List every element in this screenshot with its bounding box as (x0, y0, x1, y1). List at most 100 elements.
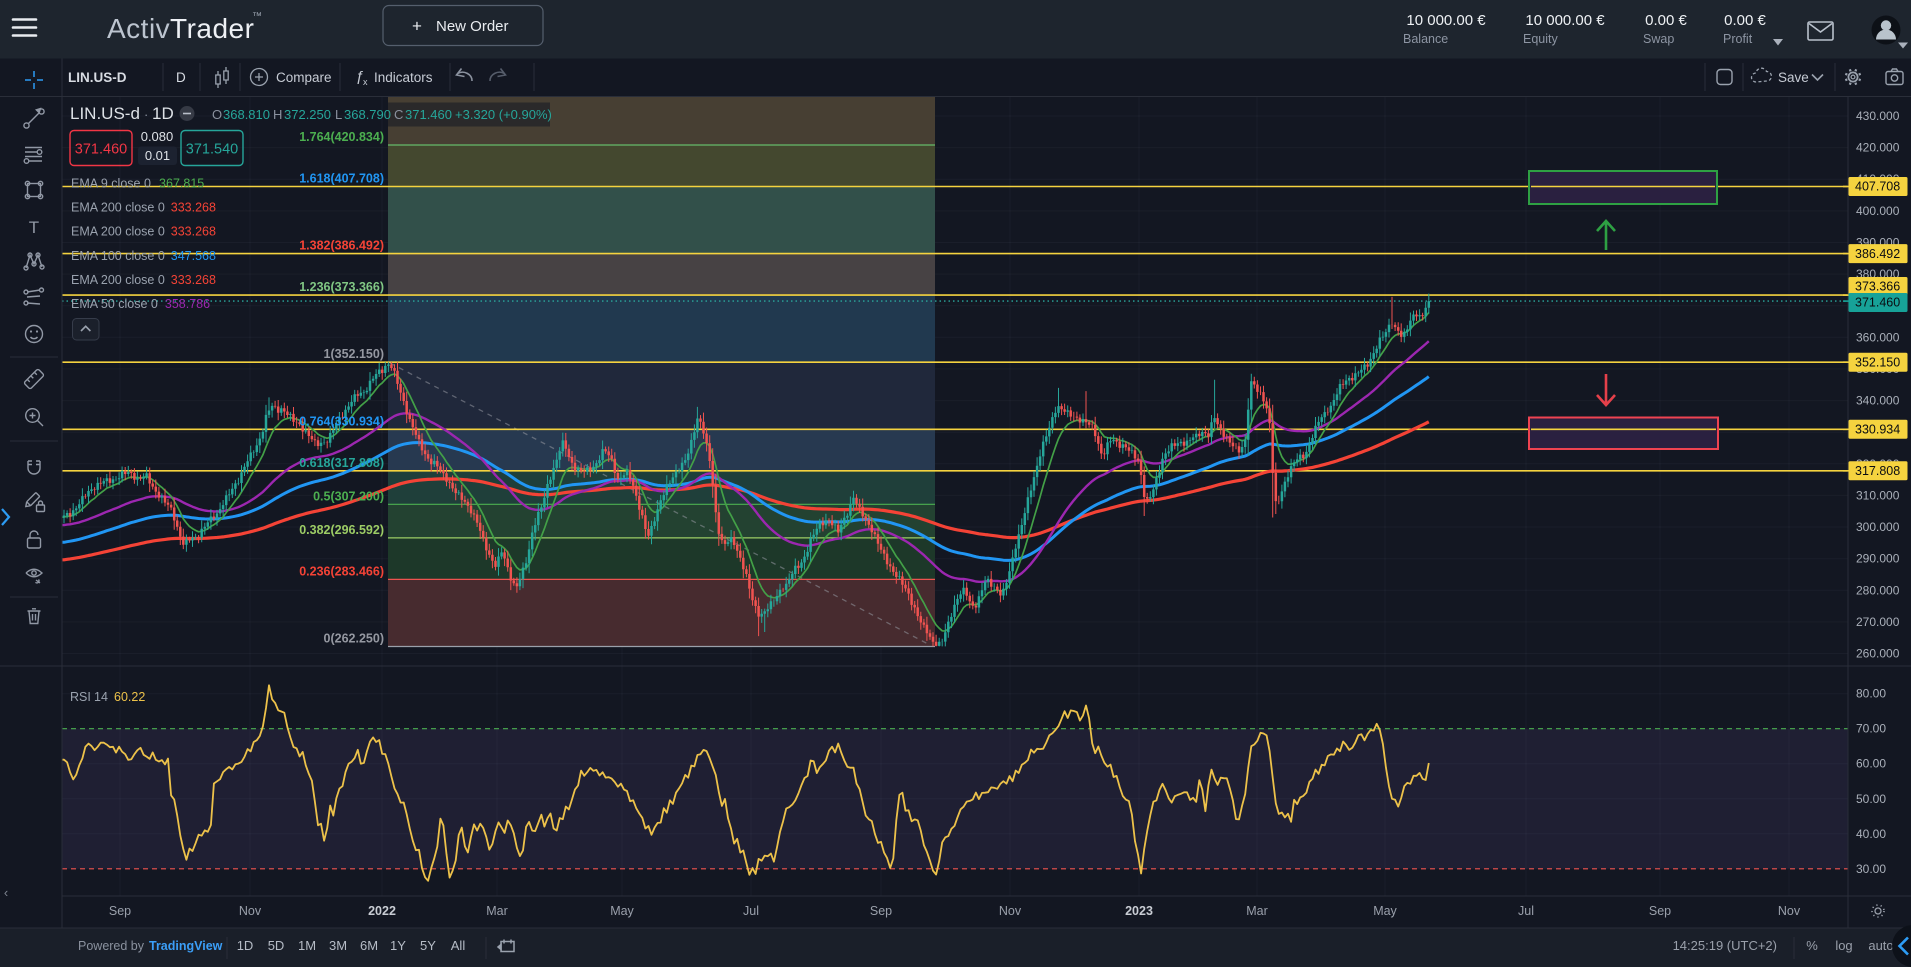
svg-text:371.460: 371.460 (1855, 296, 1900, 310)
svg-text:50.00: 50.00 (1856, 792, 1886, 806)
svg-text:6M: 6M (360, 938, 378, 953)
svg-text:80.00: 80.00 (1856, 687, 1886, 701)
svg-text:0.382(296.592): 0.382(296.592) (299, 523, 384, 537)
svg-text:317.808: 317.808 (1855, 464, 1900, 478)
svg-text:400.000: 400.000 (1856, 204, 1900, 218)
svg-text:log: log (1835, 938, 1852, 953)
svg-text:10 000.00 €: 10 000.00 € (1525, 12, 1605, 29)
svg-text:0.764(330.934): 0.764(330.934) (299, 414, 384, 428)
svg-text:1.764(420.834): 1.764(420.834) (299, 130, 384, 144)
svg-text:Trader: Trader (170, 13, 254, 44)
svg-text:420.000: 420.000 (1856, 141, 1900, 155)
svg-text:Compare: Compare (276, 70, 332, 85)
svg-text:60.00: 60.00 (1856, 757, 1886, 771)
svg-text:368.810: 368.810 (223, 107, 270, 122)
svg-text:auto: auto (1868, 938, 1893, 953)
svg-text:1.618(407.708): 1.618(407.708) (299, 172, 384, 186)
svg-text:2022: 2022 (368, 904, 396, 918)
svg-text:Activ: Activ (107, 13, 170, 44)
svg-text:430.000: 430.000 (1856, 109, 1900, 123)
svg-text:360.000: 360.000 (1856, 330, 1900, 344)
svg-text:14:25:19 (UTC+2): 14:25:19 (UTC+2) (1673, 938, 1777, 953)
svg-text:Profit: Profit (1723, 32, 1753, 46)
svg-text:347.568: 347.568 (171, 249, 216, 263)
svg-text:Save: Save (1778, 70, 1809, 85)
svg-text:330.934: 330.934 (1855, 423, 1900, 437)
svg-text:10 000.00 €: 10 000.00 € (1406, 12, 1486, 29)
svg-text:EMA 200 close 0: EMA 200 close 0 (71, 225, 165, 239)
svg-text:Sep: Sep (870, 904, 892, 918)
svg-text:Sep: Sep (109, 904, 131, 918)
svg-text:372.250: 372.250 (284, 107, 331, 122)
svg-text:0.618(317.808): 0.618(317.808) (299, 456, 384, 470)
svg-text:371.540: 371.540 (186, 142, 238, 158)
svg-text:‹: ‹ (4, 885, 8, 900)
svg-text:·: · (144, 107, 148, 122)
svg-text:Sep: Sep (1649, 904, 1671, 918)
svg-text:1Y: 1Y (390, 938, 406, 953)
svg-text:Equity: Equity (1523, 32, 1558, 46)
svg-text:368.790: 368.790 (344, 107, 391, 122)
svg-text:300.000: 300.000 (1856, 520, 1900, 534)
svg-text:Jul: Jul (1518, 904, 1534, 918)
svg-text:333.268: 333.268 (171, 273, 216, 287)
svg-text:D: D (176, 70, 186, 85)
svg-text:407.708: 407.708 (1855, 180, 1900, 194)
svg-text:70.00: 70.00 (1856, 722, 1886, 736)
svg-text:RSI: RSI (70, 690, 91, 704)
svg-text:Nov: Nov (239, 904, 262, 918)
svg-text:H: H (273, 107, 282, 122)
svg-text:0.080: 0.080 (141, 129, 174, 144)
svg-text:+: + (412, 17, 422, 36)
svg-text:May: May (610, 904, 634, 918)
svg-text:1D: 1D (237, 938, 254, 953)
svg-text:EMA 200 close 0: EMA 200 close 0 (71, 273, 165, 287)
svg-text:Swap: Swap (1643, 32, 1674, 46)
svg-text:Jul: Jul (743, 904, 759, 918)
svg-text:May: May (1373, 904, 1397, 918)
svg-text:0.5(307.200): 0.5(307.200) (313, 489, 384, 503)
svg-text:371.460: 371.460 (75, 142, 127, 158)
svg-text:373.366: 373.366 (1855, 280, 1900, 294)
svg-text:1(352.150): 1(352.150) (324, 347, 384, 361)
svg-text:0.236(283.466): 0.236(283.466) (299, 564, 384, 578)
svg-text:3M: 3M (329, 938, 347, 953)
svg-text:C: C (394, 107, 403, 122)
svg-text:LIN.US-d: LIN.US-d (70, 104, 140, 123)
svg-text:1M: 1M (298, 938, 316, 953)
svg-text:1.236(373.366): 1.236(373.366) (299, 280, 384, 294)
svg-text:Mar: Mar (1246, 904, 1268, 918)
svg-text:Indicators: Indicators (374, 70, 433, 85)
svg-text:EMA 50 close 0: EMA 50 close 0 (71, 297, 158, 311)
svg-text:Balance: Balance (1403, 32, 1448, 46)
svg-text:+3.320 (+0.90%): +3.320 (+0.90%) (455, 107, 552, 122)
svg-text:333.268: 333.268 (171, 201, 216, 215)
svg-text:T: T (29, 218, 39, 237)
svg-text:™: ™ (252, 11, 262, 22)
svg-text:0(262.250): 0(262.250) (324, 632, 384, 646)
svg-text:5D: 5D (268, 938, 285, 953)
svg-text:L: L (335, 107, 342, 122)
svg-text:New Order: New Order (436, 18, 509, 35)
svg-text:%: % (1806, 938, 1818, 953)
svg-text:All: All (451, 938, 466, 953)
svg-text:1.382(386.492): 1.382(386.492) (299, 239, 384, 253)
svg-text:EMA 100 close 0: EMA 100 close 0 (71, 249, 165, 263)
svg-text:290.000: 290.000 (1856, 552, 1900, 566)
svg-text:0.01: 0.01 (145, 148, 170, 163)
svg-text:Nov: Nov (999, 904, 1022, 918)
svg-text:EMA 9 close 0: EMA 9 close 0 (71, 177, 151, 191)
svg-text:Mar: Mar (486, 904, 508, 918)
svg-text:40.00: 40.00 (1856, 827, 1886, 841)
svg-text:310.000: 310.000 (1856, 488, 1900, 502)
svg-text:280.000: 280.000 (1856, 583, 1900, 597)
svg-text:30.00: 30.00 (1856, 862, 1886, 876)
svg-text:367.815: 367.815 (159, 177, 204, 191)
svg-text:386.492: 386.492 (1855, 247, 1900, 261)
svg-text:333.268: 333.268 (171, 225, 216, 239)
svg-text:x: x (363, 77, 368, 87)
svg-text:1D: 1D (152, 104, 174, 123)
svg-text:60.22: 60.22 (114, 690, 145, 704)
svg-text:371.460: 371.460 (405, 107, 452, 122)
svg-text:340.000: 340.000 (1856, 394, 1900, 408)
